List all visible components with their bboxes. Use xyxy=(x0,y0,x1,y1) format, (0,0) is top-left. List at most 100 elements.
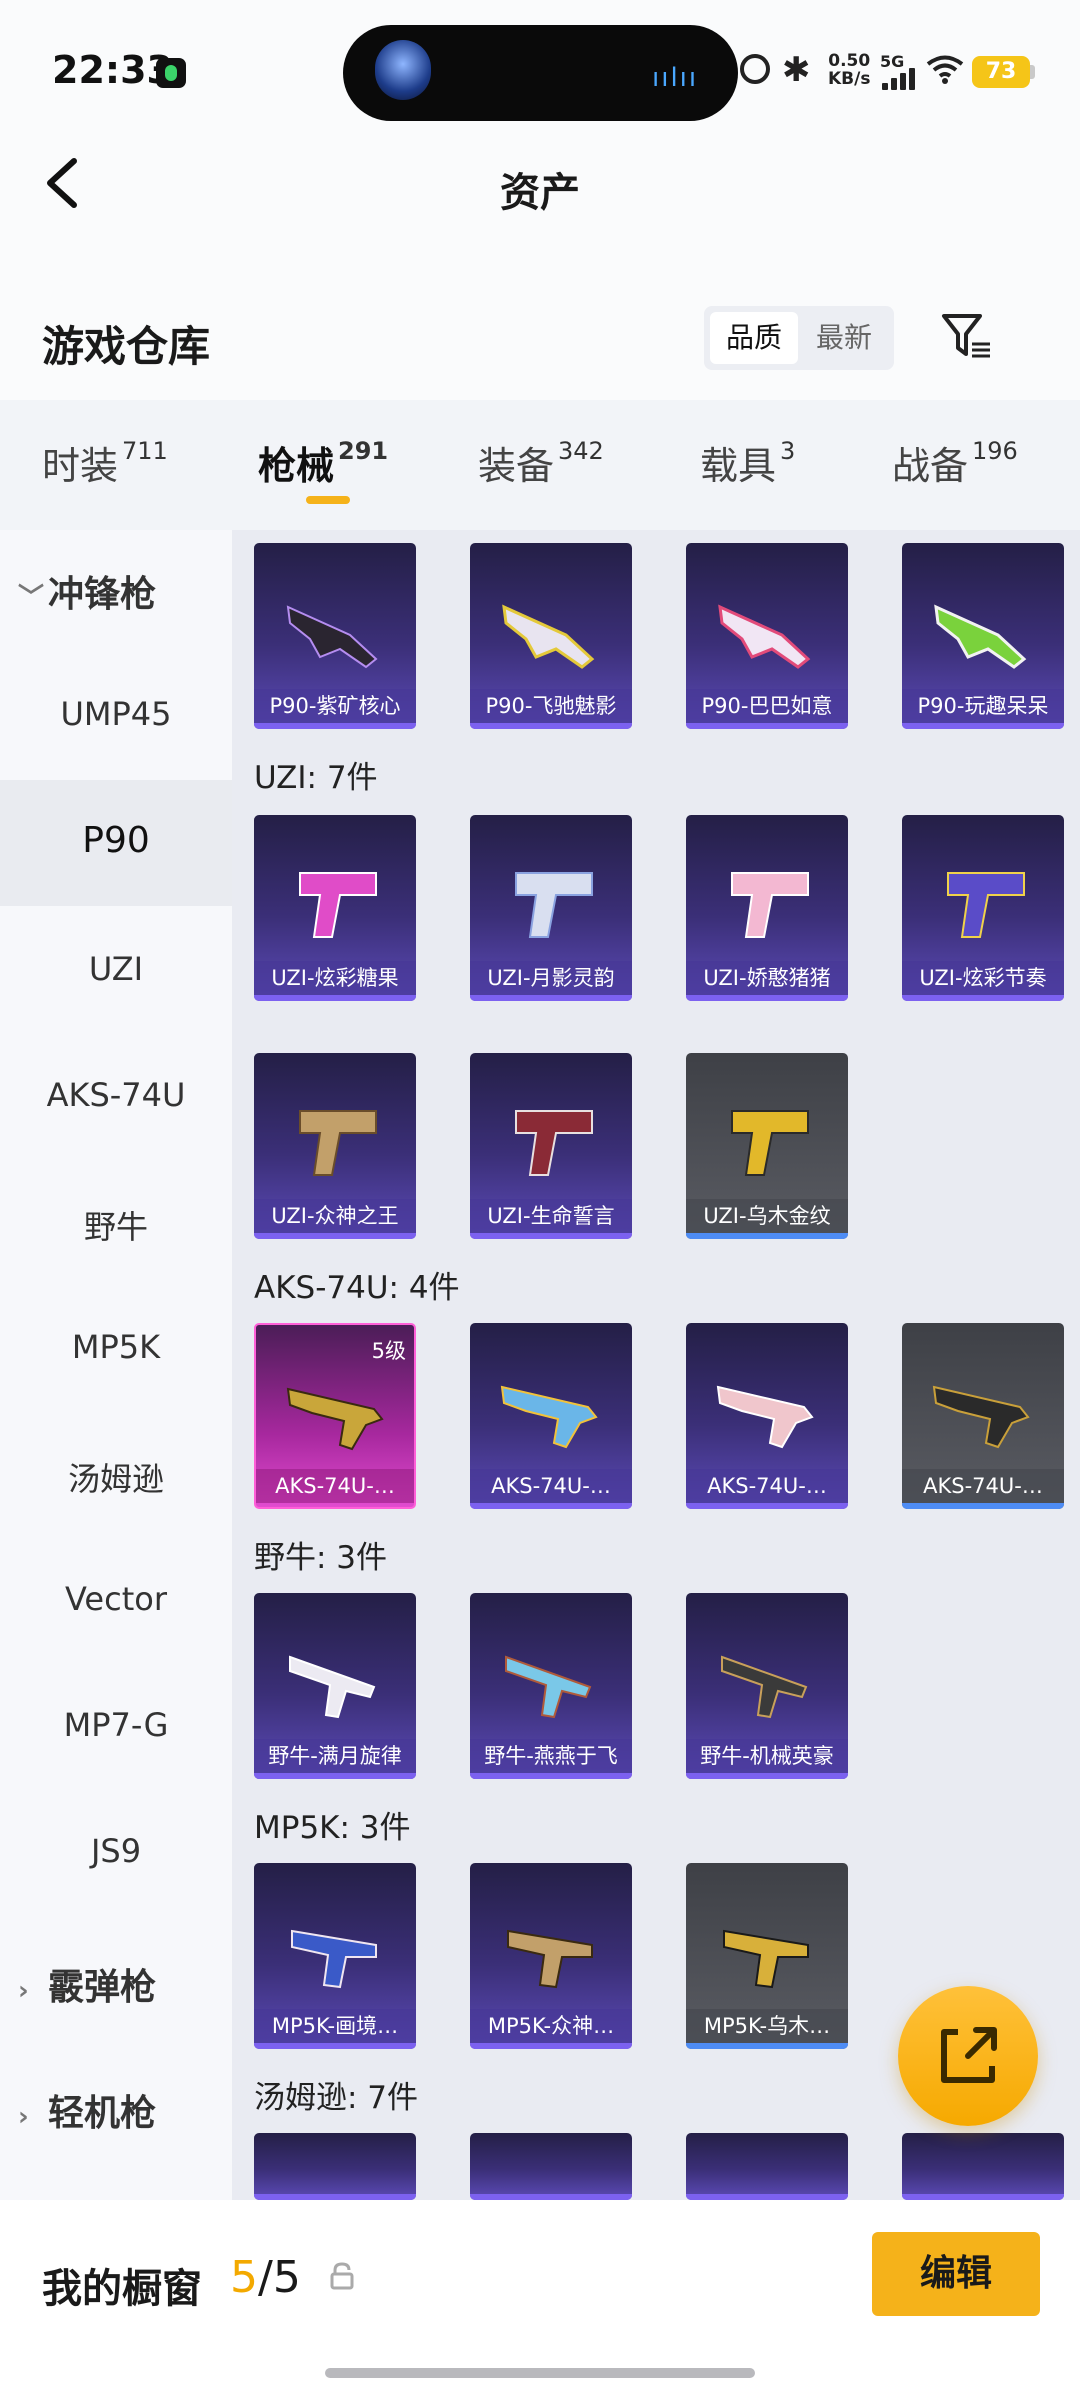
item-card[interactable]: P90-巴巴如意 xyxy=(686,543,848,729)
sidebar-group-smg[interactable]: ﹀ 冲锋枪 xyxy=(0,565,232,617)
bluetooth-icon: ✱ xyxy=(782,50,811,90)
now-playing-thumbnail xyxy=(375,40,431,100)
battery-tip xyxy=(1030,65,1035,79)
item-name: UZI-娇憨猪猪 xyxy=(686,961,848,995)
item-card[interactable]: AKS-74U-… xyxy=(470,1323,632,1509)
sort-toggle: 品质 最新 xyxy=(704,306,894,370)
tab-label: 载具 xyxy=(700,444,777,488)
tab-label: 枪械 xyxy=(258,444,335,488)
alarm-icon xyxy=(740,54,770,84)
gun-image xyxy=(934,604,1027,669)
gun-image xyxy=(515,872,593,938)
tab-count: 3 xyxy=(780,437,796,465)
gun-image xyxy=(502,604,595,669)
signal-icon xyxy=(882,68,916,90)
item-card[interactable]: UZI-生命誓言 xyxy=(470,1053,632,1239)
gun-image xyxy=(723,1929,809,1989)
gun-image xyxy=(731,872,809,938)
item-card[interactable]: 野牛-燕燕于飞 xyxy=(470,1593,632,1779)
showcase-current: 5 xyxy=(230,2252,258,2303)
sidebar-group-lmg[interactable]: › 轻机枪 xyxy=(0,2084,232,2136)
item-name: P90-巴巴如意 xyxy=(686,689,848,723)
chevron-right-icon: › xyxy=(18,1976,29,2006)
item-card[interactable]: UZI-炫彩节奏 xyxy=(902,815,1064,1001)
sidebar-group-shotgun[interactable]: › 霰弹枪 xyxy=(0,1958,232,2010)
sidebar-item-mp5k[interactable]: MP5K xyxy=(0,1328,232,1366)
item-card[interactable]: 野牛-机械英豪 xyxy=(686,1593,848,1779)
tab-count: 711 xyxy=(122,437,168,465)
tab-label: 时装 xyxy=(42,444,119,488)
gun-image xyxy=(932,1385,1030,1449)
sidebar-item-mp7g[interactable]: MP7-G xyxy=(0,1706,232,1744)
gun-image xyxy=(299,872,377,938)
item-card[interactable]: P90-紫矿核心 xyxy=(254,543,416,729)
item-card[interactable] xyxy=(254,2133,416,2200)
share-button[interactable] xyxy=(898,1986,1038,2126)
item-card[interactable]: 野牛-满月旋律 xyxy=(254,1593,416,1779)
chevron-down-icon: ﹀ xyxy=(18,583,45,613)
sort-by-quality-button[interactable]: 品质 xyxy=(710,312,798,364)
audio-wave-icon: ıılıı xyxy=(652,63,699,93)
item-card[interactable]: MP5K-画境… xyxy=(254,1863,416,2049)
edit-button[interactable]: 编辑 xyxy=(872,2232,1040,2316)
item-name: P90-紫矿核心 xyxy=(254,689,416,723)
gun-image xyxy=(721,1655,808,1719)
item-card[interactable]: P90-飞驰魅影 xyxy=(470,543,632,729)
section-title-aks74u: AKS-74U: 4件 xyxy=(254,1270,460,1306)
sidebar-item-p90[interactable]: P90 xyxy=(0,820,232,861)
sidebar-item-bizon[interactable]: 野牛 xyxy=(0,1202,232,1248)
battery-icon: 73 xyxy=(972,56,1030,88)
gun-image xyxy=(731,1110,809,1176)
gun-image xyxy=(716,1385,814,1449)
sidebar-item-thompson[interactable]: 汤姆逊 xyxy=(0,1454,232,1500)
tab-label: 装备 xyxy=(478,444,555,488)
sidebar-group-label: 轻机枪 xyxy=(48,2093,157,2134)
item-card[interactable]: UZI-娇憨猪猪 xyxy=(686,815,848,1001)
item-card[interactable]: MP5K-众神… xyxy=(470,1863,632,2049)
item-card[interactable]: UZI-乌木金纹 xyxy=(686,1053,848,1239)
item-card[interactable]: UZI-月影灵韵 xyxy=(470,815,632,1001)
item-card[interactable]: AKS-74U-… xyxy=(902,1323,1064,1509)
filter-icon[interactable] xyxy=(940,310,994,362)
tab-supplies[interactable]: 战备 196 xyxy=(892,435,1018,490)
gun-image xyxy=(289,1655,376,1719)
item-name: UZI-炫彩节奏 xyxy=(902,961,1064,995)
tab-fashion[interactable]: 时装 711 xyxy=(42,435,168,490)
item-card[interactable] xyxy=(470,2133,632,2200)
item-name: AKS-74U-… xyxy=(470,1469,632,1503)
tab-vehicles[interactable]: 载具 3 xyxy=(700,435,795,490)
item-card[interactable]: UZI-众神之王 xyxy=(254,1053,416,1239)
tab-equipment[interactable]: 装备 342 xyxy=(478,435,604,490)
wifi-icon xyxy=(926,55,964,84)
item-name: 野牛-满月旋律 xyxy=(254,1739,416,1773)
item-name: UZI-月影灵韵 xyxy=(470,961,632,995)
sidebar-item-vector[interactable]: Vector xyxy=(0,1580,232,1618)
item-card[interactable]: 5级 AKS-74U-… xyxy=(254,1323,416,1509)
music-app-icon xyxy=(156,58,186,88)
item-card[interactable]: MP5K-乌木… xyxy=(686,1863,848,2049)
warehouse-title: 游戏仓库 xyxy=(42,322,211,371)
section-title-bizon: 野牛: 3件 xyxy=(254,1540,388,1576)
item-card[interactable]: AKS-74U-… xyxy=(686,1323,848,1509)
item-name: P90-玩趣呆呆 xyxy=(902,689,1064,723)
sidebar-group-label: 冲锋枪 xyxy=(48,574,157,615)
item-name: UZI-生命誓言 xyxy=(470,1199,632,1233)
showcase-count: 5/5 xyxy=(230,2252,301,2303)
item-card[interactable] xyxy=(686,2133,848,2200)
sidebar-item-ump45[interactable]: UMP45 xyxy=(0,695,232,733)
sidebar-item-js9[interactable]: JS9 xyxy=(0,1832,232,1870)
item-name: MP5K-乌木… xyxy=(686,2009,848,2043)
item-card[interactable]: P90-玩趣呆呆 xyxy=(902,543,1064,729)
sidebar-item-aks74u[interactable]: AKS-74U xyxy=(0,1076,232,1114)
item-name: 野牛-机械英豪 xyxy=(686,1739,848,1773)
sort-by-newest-button[interactable]: 最新 xyxy=(800,312,888,364)
home-indicator[interactable] xyxy=(325,2368,755,2378)
sidebar-group-label: 霰弹枪 xyxy=(48,1967,157,2008)
item-card[interactable] xyxy=(902,2133,1064,2200)
sidebar-item-uzi[interactable]: UZI xyxy=(0,950,232,988)
tab-firearms[interactable]: 枪械 291 xyxy=(258,435,388,490)
item-name: UZI-炫彩糖果 xyxy=(254,961,416,995)
item-name: UZI-众神之王 xyxy=(254,1199,416,1233)
item-card[interactable]: UZI-炫彩糖果 xyxy=(254,815,416,1001)
item-name: MP5K-众神… xyxy=(470,2009,632,2043)
